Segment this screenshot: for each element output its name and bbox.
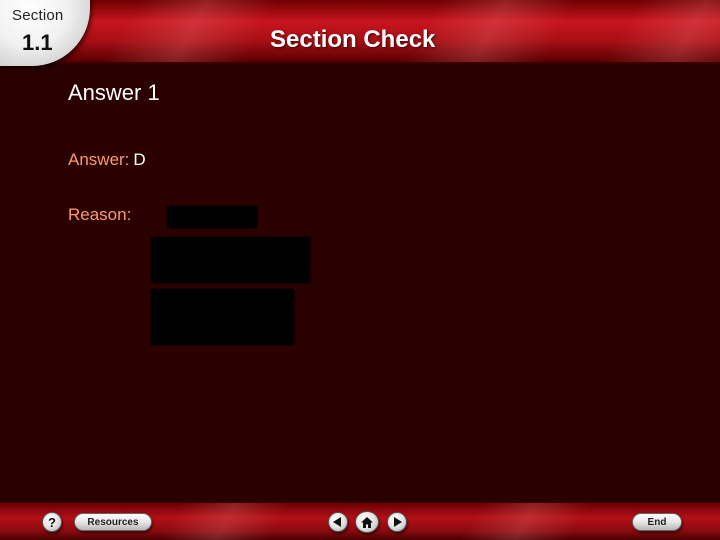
end-button[interactable]: End: [632, 513, 682, 531]
previous-button[interactable]: [328, 512, 348, 532]
header-highlight: [101, 0, 279, 62]
resources-button[interactable]: Resources: [74, 513, 152, 531]
answer-line: Answer: D: [68, 150, 146, 170]
section-label: Section: [12, 7, 64, 24]
footer-highlight: [159, 503, 291, 540]
header-highlight: [601, 0, 720, 62]
answer-heading: Answer 1: [68, 80, 160, 105]
triangle-right-icon: [394, 517, 402, 527]
question-mark-icon: ?: [48, 514, 56, 530]
resources-label: Resources: [87, 516, 139, 528]
section-number: 1.1: [22, 30, 53, 55]
answer-value: D: [133, 150, 146, 169]
next-button[interactable]: [387, 512, 407, 532]
end-label: End: [647, 516, 667, 528]
house-icon: [361, 516, 373, 528]
home-button[interactable]: [355, 511, 379, 533]
help-button[interactable]: ?: [42, 512, 62, 532]
triangle-left-icon: [333, 517, 341, 527]
content-area: [0, 66, 720, 502]
reason-label: Reason:: [68, 205, 132, 224]
reason-image-placeholder: [166, 205, 258, 229]
footer-highlight: [459, 503, 591, 540]
reason-image-placeholder: [150, 288, 295, 346]
page-title: Section Check: [270, 26, 436, 53]
answer-label: Answer:: [68, 150, 130, 169]
reason-image-placeholder: [150, 236, 311, 284]
